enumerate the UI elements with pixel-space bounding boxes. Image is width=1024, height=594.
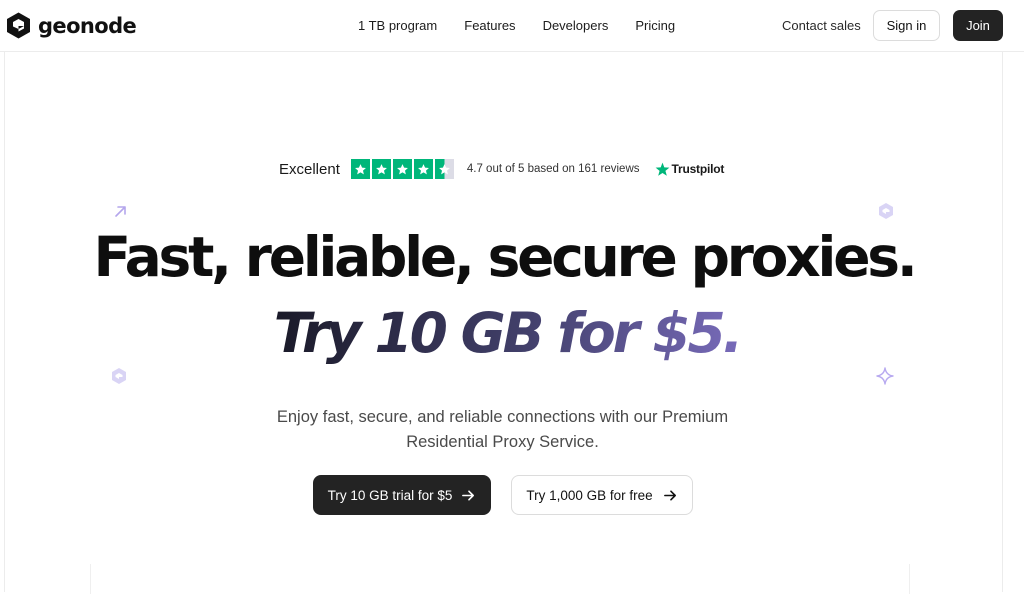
contact-sales-link[interactable]: Contact sales: [782, 18, 861, 33]
geonode-hex-icon: [112, 368, 126, 384]
trustpilot-star-icon: [655, 162, 669, 176]
hero-tagline: Try 10 GB for $5.: [0, 298, 1014, 368]
arrow-right-icon: [663, 489, 676, 501]
star-icon: [350, 159, 370, 179]
trustpilot-brand: Trustpilot: [671, 162, 725, 176]
arrow-right-icon: [462, 489, 475, 501]
try-trial-label: Try 10 GB trial for $5: [327, 487, 453, 503]
hero-headline: Fast, reliable, secure proxies.: [93, 225, 917, 289]
rating-word: Excellent: [279, 160, 340, 178]
try-trial-button[interactable]: Try 10 GB trial for $5: [313, 475, 491, 515]
rating-stars: [350, 159, 454, 179]
nav-links: 1 TB program Features Developers Pricing: [358, 18, 675, 33]
nav-link-features[interactable]: Features: [464, 18, 515, 33]
star-icon: [392, 159, 412, 179]
sign-in-button[interactable]: Sign in: [873, 10, 940, 41]
rating-summary: 4.7 out of 5 based on 161 reviews: [466, 163, 640, 175]
geonode-logo-icon: [7, 12, 30, 39]
hero-subtitle: Enjoy fast, secure, and reliable connect…: [200, 405, 805, 455]
join-button[interactable]: Join: [953, 10, 1003, 41]
content-frame: [90, 564, 910, 594]
nav-link-pricing[interactable]: Pricing: [635, 18, 675, 33]
brand-logo[interactable]: geonode: [5, 11, 137, 40]
try-free-label: Try 1,000 GB for free: [526, 487, 653, 503]
star-icon: [371, 159, 391, 179]
star-icon: [413, 159, 433, 179]
arrow-up-right-icon: [115, 206, 126, 217]
geonode-hex-icon: [879, 203, 893, 219]
hero-subtitle-line-2: Residential Proxy Service.: [406, 433, 599, 451]
try-free-button[interactable]: Try 1,000 GB for free: [511, 475, 693, 515]
hero-subtitle-line-1: Enjoy fast, secure, and reliable connect…: [276, 408, 729, 426]
brand-name: geonode: [38, 13, 137, 38]
trustpilot-widget[interactable]: Excellent 4.7 out of 5 based on 161 revi…: [279, 158, 724, 180]
trustpilot-logo: Trustpilot: [655, 162, 725, 177]
top-navigation: geonode 1 TB program Features Developers…: [0, 0, 1024, 52]
nav-link-developers[interactable]: Developers: [543, 18, 609, 33]
sparkle-icon: [876, 367, 894, 385]
nav-link-1tb-program[interactable]: 1 TB program: [358, 18, 437, 33]
star-half-icon: [434, 159, 454, 179]
